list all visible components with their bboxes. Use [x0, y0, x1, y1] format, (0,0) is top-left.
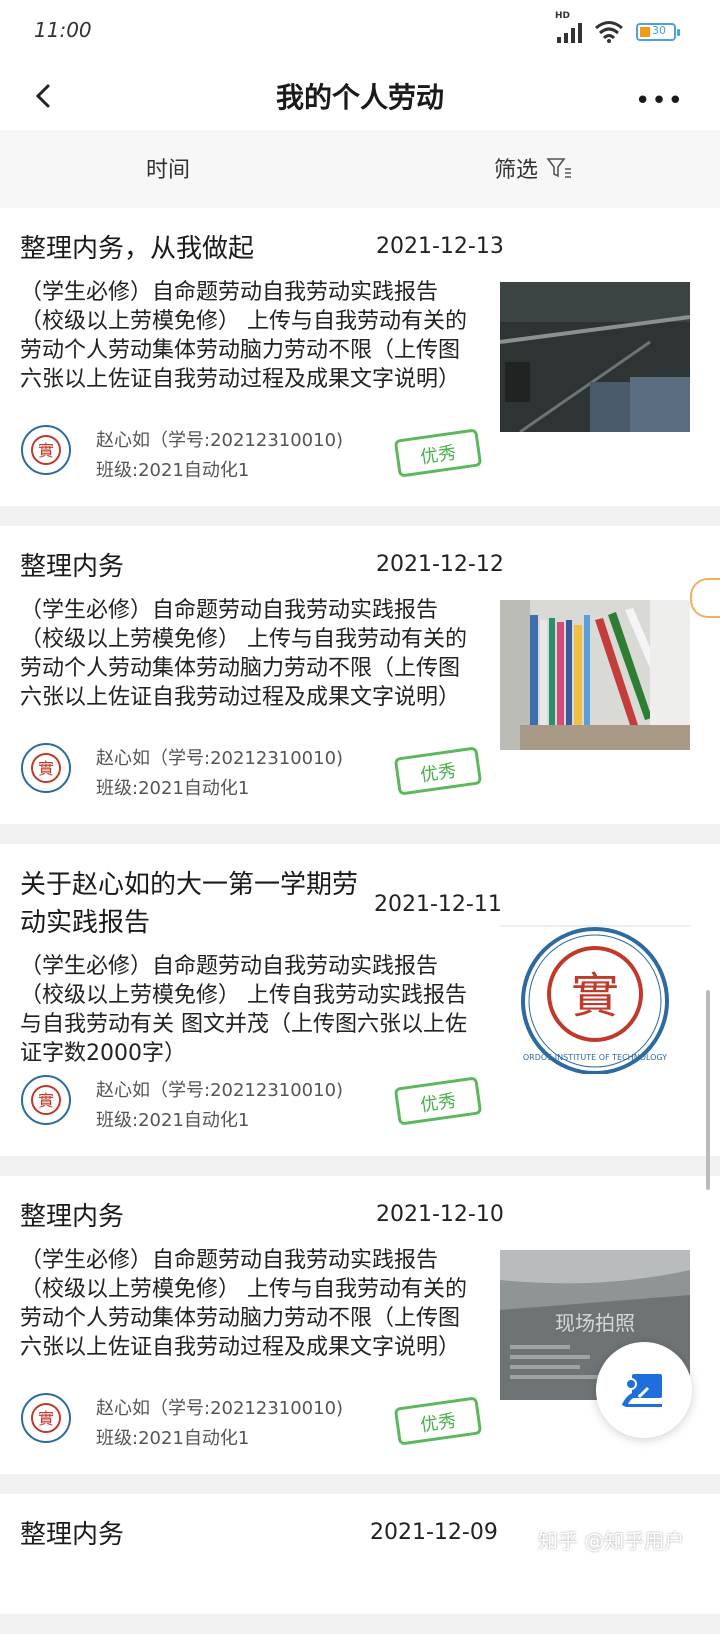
network-type: HD: [555, 11, 571, 21]
grade-stamp: 优秀: [393, 1396, 483, 1446]
list-item[interactable]: 整理内务 2021-12-12 （学生必修）自命题劳动自我劳动实践报告（校级以上…: [0, 526, 720, 824]
tab-filter[interactable]: 筛选: [494, 152, 572, 184]
svg-text:實: 實: [38, 441, 54, 460]
list-item[interactable]: 关于赵心如的大一第一学期劳动实践报告 2021-12-11 （学生必修）自命题劳…: [0, 844, 720, 1156]
funnel-icon: [546, 158, 572, 178]
more-options-icon[interactable]: •••: [635, 86, 684, 116]
item-description: （学生必修）自命题劳动自我劳动实践报告（校级以上劳模免修） 上传与自我劳动有关的…: [20, 1248, 467, 1360]
status-bar: 11:00 HD 30: [0, 0, 720, 64]
wifi-icon: [595, 21, 623, 43]
filter-bar: 时间 筛选: [0, 130, 720, 208]
item-date: 2021-12-11: [374, 892, 502, 917]
grade-stamp: 优秀: [393, 1076, 483, 1126]
item-title: 整理内务: [20, 1202, 125, 1232]
status-time: 11:00: [34, 18, 92, 42]
status-icons: HD 30: [555, 11, 680, 44]
student-class: 班级:2021自动化1: [96, 460, 250, 481]
signal-icon: HD: [555, 11, 582, 43]
school-logo-thumbnail[interactable]: 實 ORDOS INSTITUTE OF TECHNOLOGY: [500, 924, 690, 1074]
grade-stamp: 优秀: [393, 746, 483, 796]
student-name: 赵心如（学号:20212310010): [96, 1398, 344, 1419]
battery-level: 30: [652, 24, 666, 37]
item-date: 2021-12-12: [376, 552, 504, 577]
school-logo-icon: 實: [21, 1075, 71, 1125]
item-date: 2021-12-10: [376, 1202, 504, 1227]
scrollbar[interactable]: [706, 990, 710, 1190]
grade-stamp: 优秀: [393, 428, 483, 478]
box-print-text: 现场拍照: [555, 1311, 635, 1335]
student-class: 班级:2021自动化1: [96, 1428, 250, 1449]
list-item[interactable]: 整理内务 2021-12-09: [0, 1494, 720, 1614]
svg-text:實: 實: [571, 968, 619, 1024]
item-description: （学生必修）自命题劳动自我劳动实践报告（校级以上劳模免修） 上传自我劳动实践报告…: [20, 954, 467, 1066]
item-title: 整理内务: [20, 552, 125, 582]
svg-text:實: 實: [38, 759, 54, 778]
item-description: （学生必修）自命题劳动自我劳动实践报告（校级以上劳模免修） 上传与自我劳动有关的…: [20, 598, 467, 710]
item-title: 整理内务: [20, 1520, 125, 1550]
battery-icon: 30: [636, 23, 680, 41]
app-bar: 我的个人劳动 •••: [0, 64, 720, 130]
student-name: 赵心如（学号:20212310010): [96, 748, 344, 769]
school-logo-icon: 實: [21, 1393, 71, 1443]
item-title: 关于赵心如的大一第一学期劳动实践报告: [20, 870, 359, 938]
student-class: 班级:2021自动化1: [96, 778, 250, 799]
student-class: 班级:2021自动化1: [96, 1110, 250, 1131]
logo-caption: ORDOS INSTITUTE OF TECHNOLOGY: [523, 1053, 667, 1062]
item-description: （学生必修）自命题劳动自我劳动实践报告（校级以上劳模免修） 上传与自我劳动有关的…: [20, 280, 467, 392]
watermark: 知乎 @知乎用户: [538, 1529, 685, 1553]
item-date: 2021-12-13: [376, 234, 504, 259]
school-logo-icon: 實: [21, 743, 71, 793]
tab-time[interactable]: 时间: [146, 152, 190, 184]
student-name: 赵心如（学号:20212310010): [96, 1080, 344, 1101]
floating-action-button[interactable]: [596, 1342, 692, 1438]
list-item[interactable]: 整理内务 2021-12-10 （学生必修）自命题劳动自我劳动实践报告（校级以上…: [0, 1176, 720, 1474]
page-title: 我的个人劳动: [275, 81, 444, 114]
teacher-board-icon: [622, 1374, 662, 1408]
student-name: 赵心如（学号:20212310010): [96, 430, 344, 451]
svg-text:實: 實: [38, 1091, 54, 1110]
filter-label: 筛选: [494, 158, 539, 183]
bookshelf-photo-thumbnail[interactable]: [500, 600, 690, 750]
list-item[interactable]: 整理内务，从我做起 2021-12-13 （学生必修）自命题劳动自我劳动实践报告…: [0, 208, 720, 506]
school-logo-icon: 實: [21, 425, 71, 475]
closet-photo-thumbnail[interactable]: [500, 282, 690, 432]
item-title: 整理内务，从我做起: [20, 234, 255, 264]
svg-text:實: 實: [38, 1409, 54, 1428]
item-date: 2021-12-09: [370, 1520, 498, 1545]
floating-side-tab[interactable]: [690, 578, 720, 618]
